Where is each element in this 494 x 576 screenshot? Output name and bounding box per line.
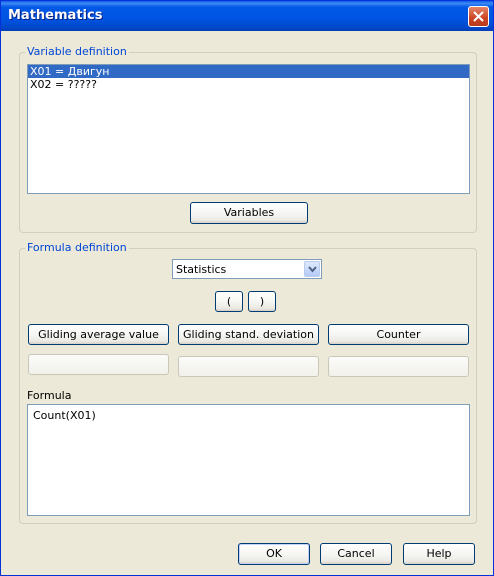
gliding-std-deviation-button[interactable]: Gliding stand. deviation xyxy=(178,324,319,345)
cancel-button[interactable]: Cancel xyxy=(320,543,392,565)
variable-definition-label: Variable definition xyxy=(25,45,129,58)
formula-label: Formula xyxy=(27,389,72,402)
variables-button[interactable]: Variables xyxy=(190,202,308,224)
ok-button[interactable]: OK xyxy=(238,543,310,565)
list-item-x02[interactable]: X02 = ????? xyxy=(28,78,469,91)
gliding-std-deviation-label: Gliding stand. deviation xyxy=(183,328,314,341)
help-button-label: Help xyxy=(426,547,452,560)
formula-textarea[interactable]: Count(X01) xyxy=(27,404,470,516)
close-paren-label: ) xyxy=(259,295,265,308)
category-select[interactable]: Statistics xyxy=(172,259,322,279)
close-button[interactable] xyxy=(468,6,489,27)
chevron-down-icon xyxy=(308,266,317,273)
list-item-x01[interactable]: X01 = Двигун xyxy=(28,65,469,78)
mathematics-dialog: Mathematics Variable definition X01 = Дв… xyxy=(0,0,494,576)
empty-function-button-2[interactable] xyxy=(178,356,319,377)
variable-list[interactable]: X01 = Двигун X02 = ????? xyxy=(27,64,470,194)
counter-label: Counter xyxy=(376,328,421,341)
cancel-button-label: Cancel xyxy=(337,547,375,560)
window-title: Mathematics xyxy=(8,8,103,23)
empty-function-button-3[interactable] xyxy=(328,356,469,377)
empty-function-button-1[interactable] xyxy=(28,354,169,375)
close-paren-button[interactable]: ) xyxy=(248,291,276,312)
open-paren-label: ( xyxy=(226,295,232,308)
variables-button-label: Variables xyxy=(223,206,275,219)
formula-definition-label: Formula definition xyxy=(25,241,129,254)
gliding-average-label: Gliding average value xyxy=(38,328,159,341)
counter-button[interactable]: Counter xyxy=(328,324,469,345)
gliding-average-button[interactable]: Gliding average value xyxy=(28,324,169,345)
title-bar[interactable]: Mathematics xyxy=(1,1,493,31)
category-select-value: Statistics xyxy=(176,263,227,276)
open-paren-button[interactable]: ( xyxy=(215,291,243,312)
close-icon xyxy=(473,11,484,22)
help-button[interactable]: Help xyxy=(403,543,475,565)
category-dropdown-button[interactable] xyxy=(304,261,320,277)
ok-button-label: OK xyxy=(266,547,282,560)
